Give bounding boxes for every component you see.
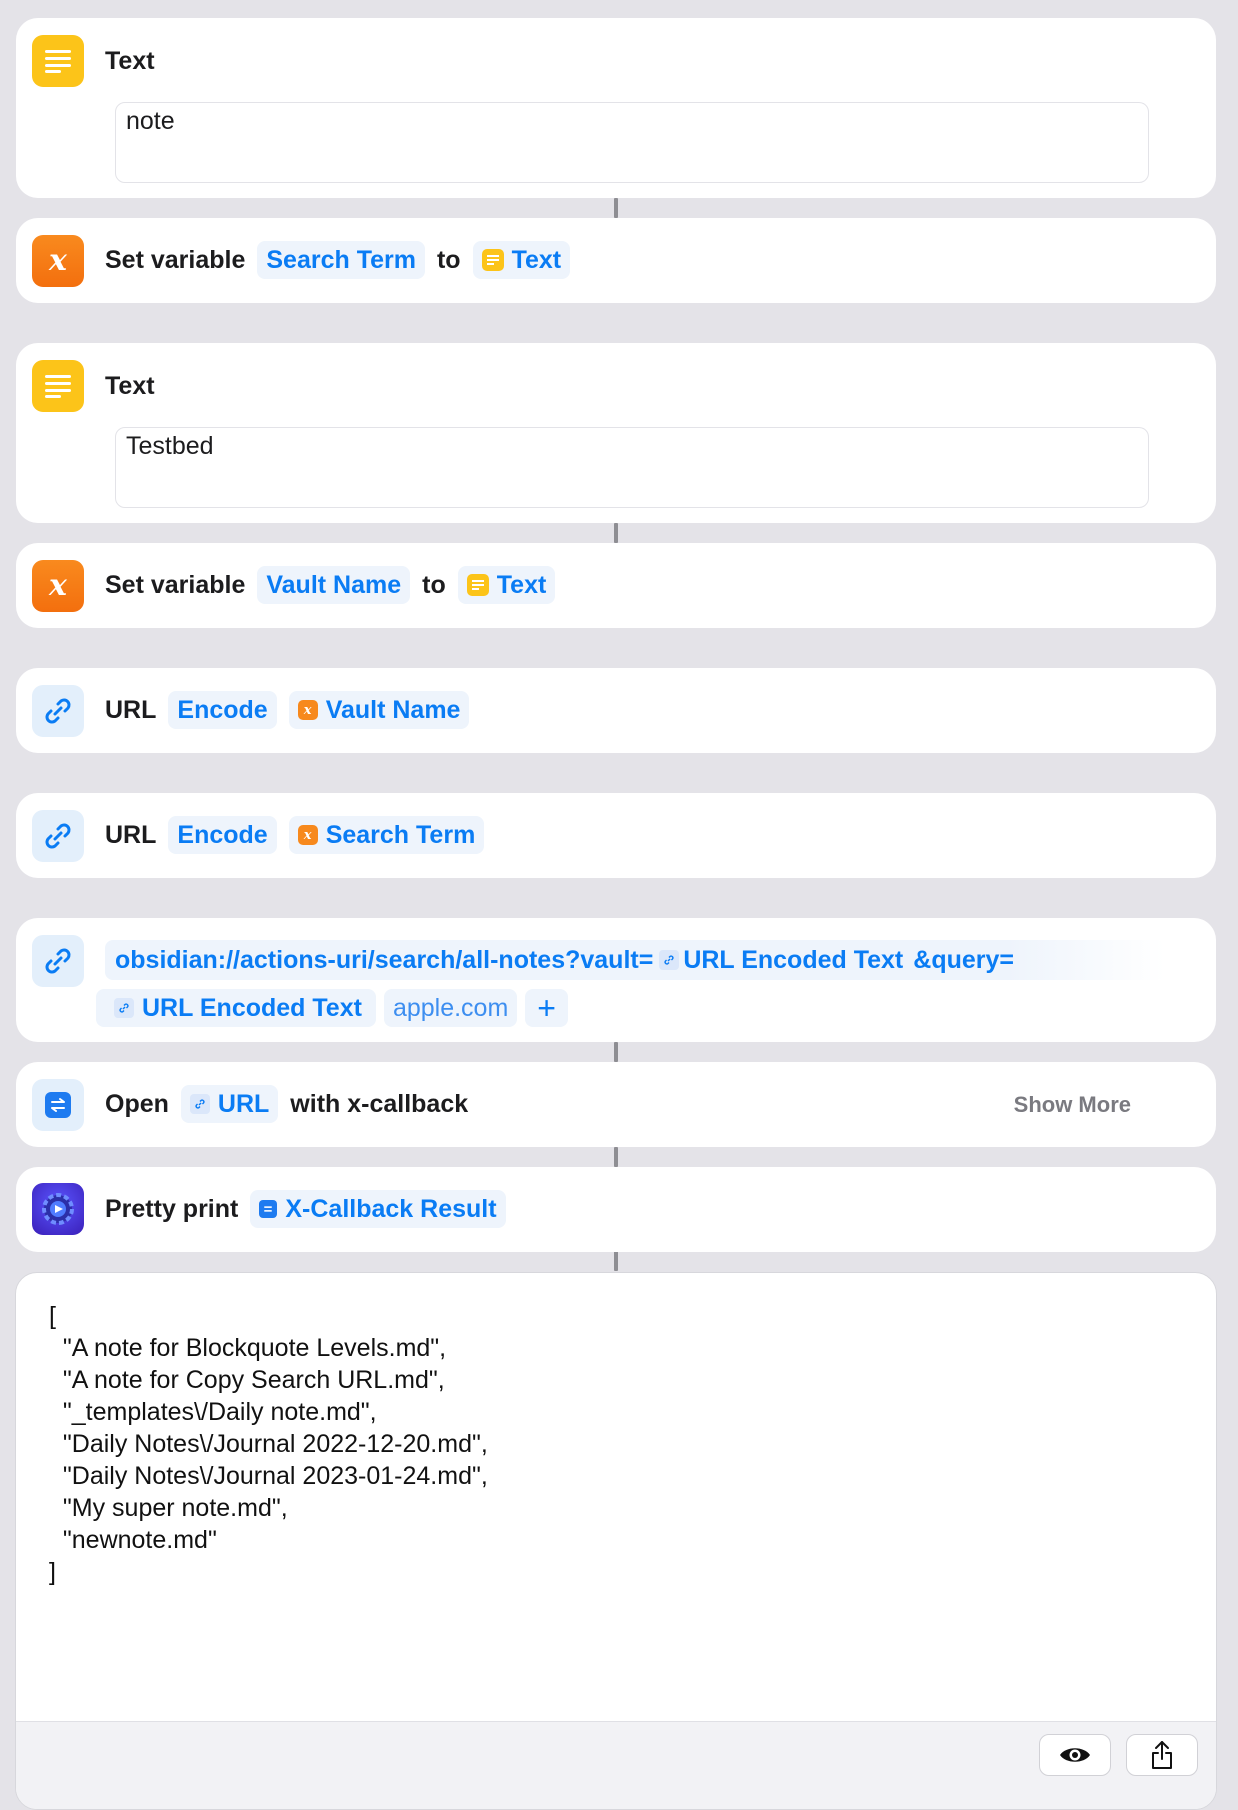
eye-icon — [1060, 1748, 1090, 1762]
variable-name-pill[interactable]: Vault Name — [257, 566, 411, 604]
text-action-card[interactable]: Text Testbed — [16, 343, 1216, 523]
open-row: Open URL with x-callback — [105, 1084, 480, 1124]
output-text: [ "A note for Blockquote Levels.md", "A … — [49, 1302, 488, 1586]
text-source-pill[interactable]: Text — [457, 566, 556, 604]
variable-name-pill[interactable]: Search Term — [257, 241, 425, 279]
x-callback-icon — [259, 1200, 278, 1218]
url-input-pill[interactable]: URL — [180, 1085, 279, 1123]
output-panel: [ "A note for Blockquote Levels.md", "A … — [15, 1272, 1217, 1810]
set-variable-card[interactable]: x Set variable Search Term to Text — [16, 218, 1216, 303]
pretty-print-label: Pretty print — [105, 1194, 239, 1223]
output-footer — [16, 1721, 1216, 1809]
flow-connector — [614, 523, 618, 543]
link-icon — [32, 810, 84, 862]
open-x-callback-card[interactable]: Open URL with x-callback Show More — [16, 1062, 1216, 1147]
url-encode-row: URL Encode x Search Term — [105, 815, 485, 855]
add-plus-button[interactable]: + — [525, 989, 568, 1027]
url-token-1[interactable]: URL Encoded Text — [683, 946, 903, 975]
variable-x-icon: x — [32, 560, 84, 612]
encode-mode-pill[interactable]: Encode — [168, 816, 277, 854]
flow-connector — [614, 1147, 618, 1167]
link-icon — [189, 1094, 210, 1114]
x-callback-result-label: X-Callback Result — [285, 1194, 497, 1223]
url-middle-text: &query= — [913, 945, 1014, 974]
x-callback-suffix: with x-callback — [290, 1089, 469, 1118]
gear-icon — [32, 1183, 84, 1235]
share-button[interactable] — [1126, 1734, 1198, 1776]
set-variable-label: Set variable — [105, 245, 246, 274]
preview-button[interactable] — [1039, 1734, 1111, 1776]
encode-input-label: Search Term — [325, 820, 476, 849]
text-lines-icon — [32, 35, 84, 87]
url-label: URL — [105, 820, 157, 849]
to-label: to — [436, 245, 461, 274]
url-input-label: URL — [217, 1089, 270, 1118]
set-variable-label: Set variable — [105, 570, 246, 599]
x-callback-icon — [32, 1079, 84, 1131]
variable-x-icon: x — [297, 700, 318, 720]
link-icon — [32, 935, 84, 987]
url-encode-card[interactable]: URL Encode x Vault Name — [16, 668, 1216, 753]
url-placeholder[interactable]: apple.com — [383, 989, 518, 1027]
text-source-label: Text — [511, 245, 562, 274]
encode-input-pill[interactable]: x Search Term — [288, 816, 485, 854]
x-callback-result-pill[interactable]: X-Callback Result — [250, 1190, 506, 1228]
flow-connector — [614, 1042, 618, 1062]
pretty-print-card[interactable]: Pretty print X-Callback Result — [16, 1167, 1216, 1252]
share-icon — [1152, 1741, 1172, 1769]
encode-input-label: Vault Name — [325, 695, 461, 724]
set-variable-row: Set variable Vault Name to Text — [105, 565, 556, 605]
url-encode-row: URL Encode x Vault Name — [105, 690, 470, 730]
open-label: Open — [105, 1089, 169, 1118]
text-action-card[interactable]: Text note — [16, 18, 1216, 198]
set-variable-row: Set variable Search Term to Text — [105, 240, 571, 280]
action-title: Text — [105, 371, 155, 400]
link-icon — [659, 950, 680, 970]
flow-connector — [614, 1251, 618, 1271]
url-token-2-pill[interactable]: URL Encoded Text — [96, 989, 376, 1027]
link-icon — [32, 685, 84, 737]
variable-x-icon: x — [297, 825, 318, 845]
text-source-pill[interactable]: Text — [472, 241, 571, 279]
text-input[interactable]: Testbed — [115, 427, 1149, 508]
show-more-button[interactable]: Show More — [1014, 1092, 1131, 1118]
url-prefix-text: obsidian://actions-uri/search/all-notes?… — [115, 945, 654, 974]
link-icon — [114, 998, 134, 1018]
url-label: URL — [105, 695, 157, 724]
flow-connector — [614, 198, 618, 218]
text-lines-icon — [466, 574, 489, 596]
encode-mode-pill[interactable]: Encode — [168, 691, 277, 729]
text-source-label: Text — [496, 570, 547, 599]
action-title: Text — [105, 46, 155, 75]
set-variable-card[interactable]: x Set variable Vault Name to Text — [16, 543, 1216, 628]
text-input[interactable]: note — [115, 102, 1149, 183]
url-token-2-label: URL Encoded Text — [142, 993, 362, 1022]
action-title-row: Text — [105, 366, 167, 406]
encode-input-pill[interactable]: x Vault Name — [288, 691, 470, 729]
url-encode-card[interactable]: URL Encode x Search Term — [16, 793, 1216, 878]
variable-x-icon: x — [32, 235, 84, 287]
pretty-print-row: Pretty print X-Callback Result — [105, 1189, 506, 1229]
url-field-line-1[interactable]: obsidian://actions-uri/search/all-notes?… — [105, 940, 1165, 980]
url-action-card[interactable]: obsidian://actions-uri/search/all-notes?… — [16, 918, 1216, 1042]
url-field-line-2[interactable]: URL Encoded Text apple.com + — [96, 988, 568, 1028]
to-label: to — [422, 570, 446, 599]
action-title-row: Text — [105, 41, 167, 81]
text-lines-icon — [481, 249, 504, 271]
text-lines-icon — [32, 360, 84, 412]
